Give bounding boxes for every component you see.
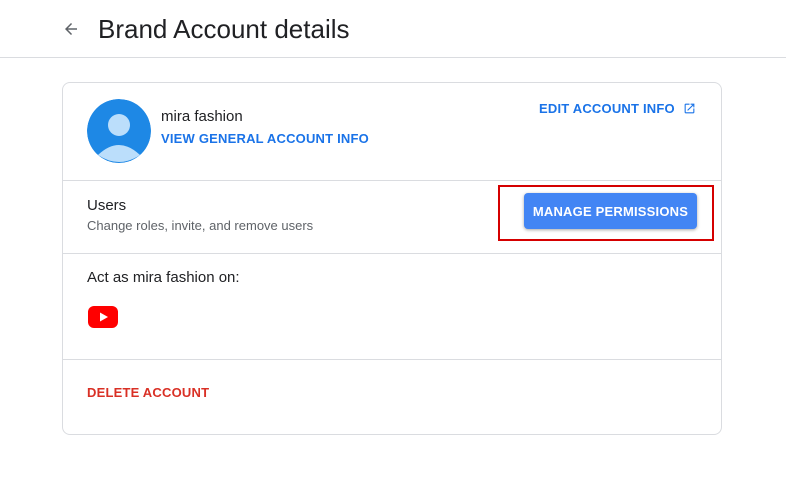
users-section-title: Users xyxy=(87,197,127,214)
person-avatar-icon xyxy=(87,99,151,163)
youtube-icon[interactable] xyxy=(88,306,118,328)
view-general-account-info-link[interactable]: VIEW GENERAL ACCOUNT INFO xyxy=(161,131,369,146)
divider xyxy=(63,253,721,254)
users-section-description: Change roles, invite, and remove users xyxy=(87,218,314,233)
arrow-left-icon xyxy=(65,23,77,35)
act-as-label: Act as mira fashion on: xyxy=(87,269,240,286)
delete-account-link[interactable]: DELETE ACCOUNT xyxy=(87,385,209,400)
divider xyxy=(63,180,721,181)
page-title: Brand Account details xyxy=(98,14,350,44)
divider xyxy=(63,359,721,360)
account-name: mira fashion xyxy=(161,108,243,125)
edit-account-info-label: EDIT ACCOUNT INFO xyxy=(539,101,675,116)
manage-permissions-button[interactable]: MANAGE PERMISSIONS xyxy=(524,193,697,229)
back-button[interactable] xyxy=(58,16,84,42)
page-header: Brand Account details xyxy=(0,0,786,58)
edit-account-info-link[interactable]: EDIT ACCOUNT INFO xyxy=(539,101,696,116)
open-in-new-icon xyxy=(684,103,695,114)
account-card: mira fashion VIEW GENERAL ACCOUNT INFO E… xyxy=(62,82,722,435)
